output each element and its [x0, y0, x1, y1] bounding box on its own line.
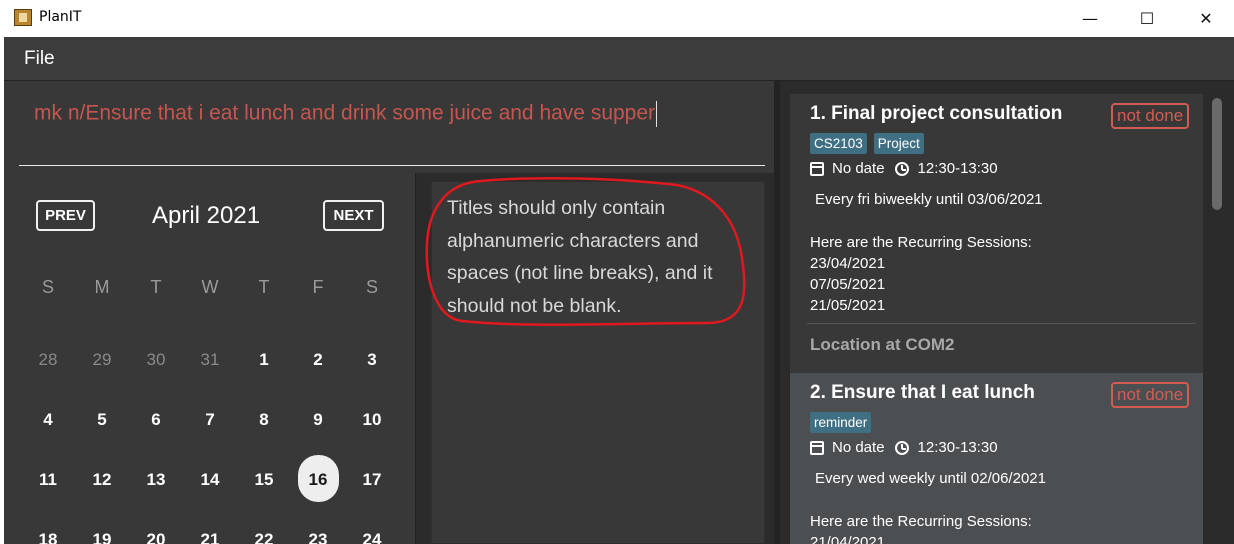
calendar-day[interactable]: 3	[345, 350, 399, 370]
calendar-day[interactable]: 21	[183, 530, 237, 544]
window-title: PlanIT	[39, 9, 82, 25]
weekday-label: S	[41, 277, 54, 297]
calendar-day[interactable]: 10	[345, 410, 399, 430]
calendar-day[interactable]: 22	[237, 530, 291, 544]
menu-file[interactable]: File	[24, 48, 55, 70]
app-window: PlanIT — ☐ ✕ File mk n/Ensure that i eat…	[0, 0, 1234, 544]
calendar-day-today[interactable]: 16	[291, 470, 345, 490]
calendar-day[interactable]: 24	[345, 530, 399, 544]
calendar-day[interactable]: 4	[21, 410, 75, 430]
calendar-day[interactable]: 28	[21, 350, 75, 370]
command-input[interactable]: mk n/Ensure that i eat lunch and drink s…	[34, 101, 658, 127]
sessions-header: Here are the Recurring Sessions:	[810, 513, 1032, 530]
command-underline	[19, 165, 765, 166]
result-message: Titles should only contain alphanumeric …	[447, 197, 713, 317]
minimize-button[interactable]: —	[1061, 0, 1119, 37]
date-time-row: No date 12:30-13:30	[810, 439, 998, 456]
app-body: File mk n/Ensure that i eat lunch and dr…	[4, 37, 1234, 544]
weekday-label: W	[201, 277, 219, 297]
calendar-day[interactable]: 9	[291, 410, 345, 430]
calendar-day[interactable]: 5	[75, 410, 129, 430]
clock-icon	[894, 161, 909, 176]
calendar-day[interactable]: 30	[129, 350, 183, 370]
next-month-button[interactable]: NEXT	[323, 200, 384, 231]
command-value: mk n/Ensure that i eat lunch and drink s…	[34, 101, 656, 125]
status-badge: not done	[1111, 103, 1190, 129]
task-card[interactable]: 1. Final project consultation not done C…	[790, 94, 1203, 373]
tag-list: reminder	[810, 412, 872, 433]
session-date: 21/05/2021	[810, 297, 886, 314]
weekday-label: F	[312, 277, 324, 297]
task-title: 1. Final project consultation	[810, 103, 1063, 124]
calendar-day[interactable]: 19	[75, 530, 129, 544]
task-list-panel: 1. Final project consultation not done C…	[780, 81, 1234, 544]
task-card-selected[interactable]: 2. Ensure that I eat lunch not done remi…	[790, 373, 1203, 544]
task-date: No date	[832, 160, 885, 177]
scrollbar-thumb[interactable]	[1212, 98, 1222, 210]
menu-bar: File	[4, 37, 1234, 81]
text-caret	[656, 101, 658, 127]
tag-list: CS2103 Project	[810, 133, 924, 154]
calendar-day[interactable]: 17	[345, 470, 399, 490]
calendar-panel: PREV April 2021 NEXT S M T W T F S 28 29…	[4, 173, 416, 544]
close-button[interactable]: ✕	[1177, 0, 1234, 37]
command-box[interactable]: mk n/Ensure that i eat lunch and drink s…	[4, 81, 774, 173]
calendar-day[interactable]: 8	[237, 410, 291, 430]
weekday-label: M	[94, 277, 110, 297]
maximize-button[interactable]: ☐	[1118, 0, 1176, 37]
date-time-row: No date 12:30-13:30	[810, 160, 998, 177]
card-divider	[807, 323, 1196, 324]
task-time: 12:30-13:30	[917, 439, 998, 456]
task-time: 12:30-13:30	[917, 160, 998, 177]
prev-month-button[interactable]: PREV	[36, 200, 95, 231]
calendar-day[interactable]: 6	[129, 410, 183, 430]
tag: Project	[873, 133, 924, 154]
calendar-day[interactable]: 12	[75, 470, 129, 490]
tag: reminder	[810, 412, 872, 433]
weekday-label: T	[258, 277, 270, 297]
result-display: Titles should only contain alphanumeric …	[431, 181, 765, 544]
clock-icon	[894, 440, 909, 455]
status-badge: not done	[1111, 382, 1190, 408]
calendar-day[interactable]: 14	[183, 470, 237, 490]
calendar-icon	[810, 161, 824, 176]
weekday-label: S	[365, 277, 378, 297]
task-recurrence: Every fri biweekly until 03/06/2021	[815, 191, 1043, 208]
tag: CS2103	[810, 133, 867, 154]
task-recurrence: Every wed weekly until 02/06/2021	[815, 470, 1046, 487]
title-bar: PlanIT — ☐ ✕	[0, 0, 1234, 37]
calendar-day[interactable]: 13	[129, 470, 183, 490]
calendar-day[interactable]: 15	[237, 470, 291, 490]
calendar-icon	[810, 440, 824, 455]
calendar-day[interactable]: 20	[129, 530, 183, 544]
calendar-day[interactable]: 18	[21, 530, 75, 544]
sessions-header: Here are the Recurring Sessions:	[810, 234, 1032, 251]
session-date: 07/05/2021	[810, 276, 886, 293]
scrollbar[interactable]	[1210, 96, 1224, 544]
calendar-day[interactable]: 7	[183, 410, 237, 430]
task-date: No date	[832, 439, 885, 456]
app-icon	[14, 9, 32, 26]
calendar-day[interactable]: 2	[291, 350, 345, 370]
left-pane: mk n/Ensure that i eat lunch and drink s…	[4, 81, 774, 544]
session-date: 21/04/2021	[810, 534, 886, 544]
session-date: 23/04/2021	[810, 255, 886, 272]
task-location: Location at COM2	[810, 335, 955, 354]
month-label: April 2021	[152, 202, 261, 229]
calendar-day[interactable]: 23	[291, 530, 345, 544]
task-title: 2. Ensure that I eat lunch	[810, 382, 1035, 403]
calendar-day[interactable]: 29	[75, 350, 129, 370]
result-panel: Titles should only contain alphanumeric …	[417, 173, 774, 544]
calendar-day[interactable]: 1	[237, 350, 291, 370]
calendar-day[interactable]: 11	[21, 470, 75, 490]
weekday-label: T	[150, 277, 162, 297]
calendar-day[interactable]: 31	[183, 350, 237, 370]
